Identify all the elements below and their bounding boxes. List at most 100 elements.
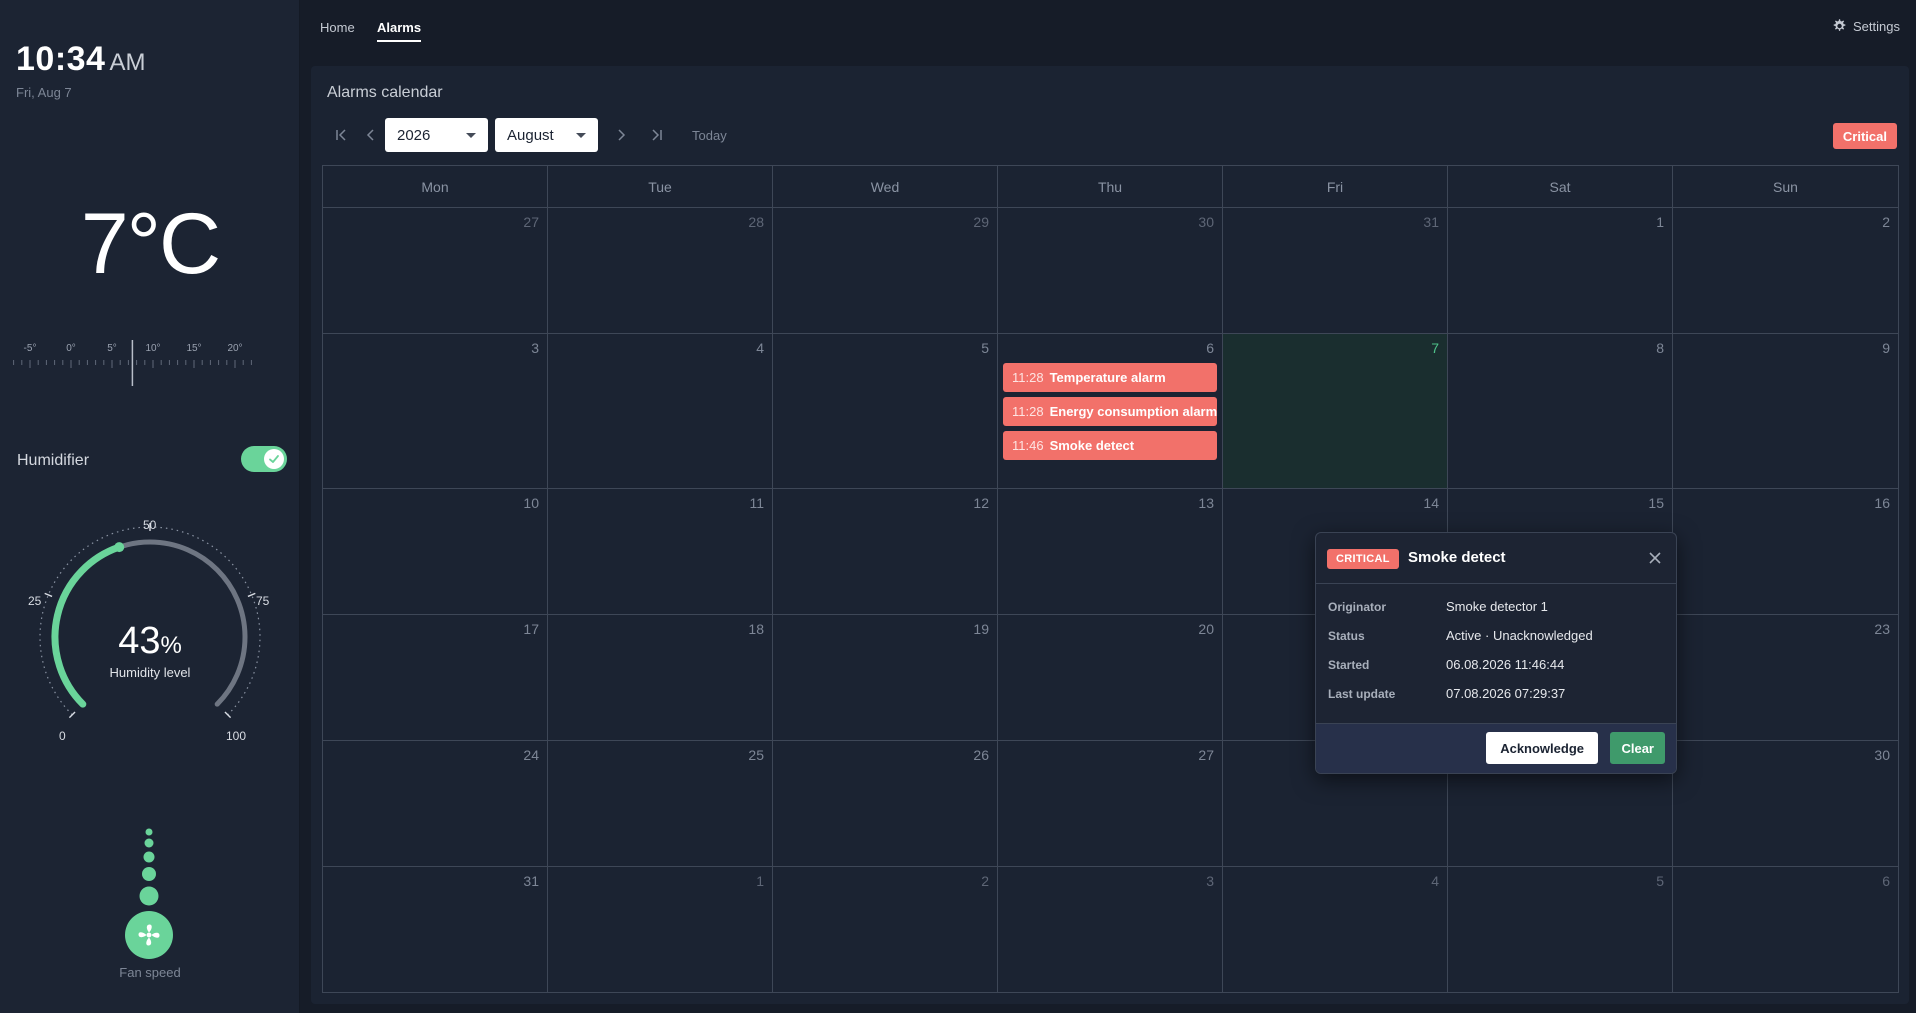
day-number: 14 xyxy=(1423,495,1439,511)
fan-icon xyxy=(138,924,160,946)
first-page-button[interactable] xyxy=(327,118,355,152)
humidifier-label: Humidifier xyxy=(17,452,90,469)
calendar-day[interactable]: 6 11:28 Temperature alarm 11:28 Energy consu… xyxy=(998,334,1223,489)
fan-speed-dots[interactable] xyxy=(100,822,200,922)
alarm-details-popover: CRITICAL Smoke detect Originator Smoke de… xyxy=(1315,532,1677,774)
humidifier-toggle[interactable] xyxy=(241,446,287,472)
gauge-tick-mark xyxy=(68,711,76,719)
popover-footer: Acknowledge Clear xyxy=(1316,723,1676,773)
day-number: 6 xyxy=(1882,873,1890,889)
calendar-day[interactable]: 3 xyxy=(323,334,548,489)
calendar-day[interactable]: 3 xyxy=(998,867,1223,993)
acknowledge-button[interactable]: Acknowledge xyxy=(1486,732,1598,764)
fan-speed-dot-4[interactable] xyxy=(142,867,156,881)
sidebar: 10:34 AM Fri, Aug 7 7°C -5° 0° 5° 10° 15° 20° … xyxy=(0,0,300,1013)
calendar-day[interactable]: 4 xyxy=(548,334,773,489)
calendar-day[interactable]: 26 xyxy=(773,741,998,867)
calendar-day[interactable]: 1 xyxy=(548,867,773,993)
next-month-button[interactable] xyxy=(607,118,635,152)
calendar-day[interactable]: 17 xyxy=(323,615,548,741)
calendar-day[interactable]: 30 xyxy=(998,208,1223,334)
calendar-day[interactable]: 18 xyxy=(548,615,773,741)
calendar-day-today[interactable]: 7 xyxy=(1223,334,1448,489)
calendar-day[interactable]: 9 xyxy=(1673,334,1898,489)
detail-row: Status Active · Unacknowledged xyxy=(1328,628,1593,657)
month-select[interactable]: August xyxy=(495,118,598,152)
today-button[interactable]: Today xyxy=(692,128,727,143)
nav-alarms[interactable]: Alarms xyxy=(377,20,422,42)
fan-button[interactable] xyxy=(125,911,173,959)
calendar-day[interactable]: 31 xyxy=(1223,208,1448,334)
calendar-day[interactable]: 27 xyxy=(998,741,1223,867)
alarm-event-title: Smoke detect xyxy=(1049,438,1135,453)
day-number: 24 xyxy=(523,747,539,763)
popover-title: Smoke detect xyxy=(1408,549,1506,566)
day-number: 10 xyxy=(523,495,539,511)
alarm-event[interactable]: 11:28 Temperature alarm xyxy=(1003,363,1217,392)
calendar-day[interactable]: 8 xyxy=(1448,334,1673,489)
alarm-event[interactable]: 11:46 Smoke detect xyxy=(1003,431,1217,460)
calendar-day[interactable]: 19 xyxy=(773,615,998,741)
calendar-day[interactable]: 6 xyxy=(1673,867,1898,993)
fan-speed-dot-3[interactable] xyxy=(143,851,155,863)
year-select[interactable]: 2026 xyxy=(385,118,488,152)
calendar-day[interactable]: 2 xyxy=(1673,208,1898,334)
day-number: 31 xyxy=(1423,214,1439,230)
alarm-event[interactable]: 11:28 Energy consumption alarm xyxy=(1003,397,1217,426)
day-number: 28 xyxy=(748,214,764,230)
calendar-day[interactable]: 5 xyxy=(773,334,998,489)
day-number: 15 xyxy=(1648,495,1664,511)
temperature-scale-label: 5° xyxy=(107,343,117,354)
calendar-day[interactable]: 27 xyxy=(323,208,548,334)
weekday-mon: Mon xyxy=(323,166,548,207)
day-number: 1 xyxy=(756,873,764,889)
fan-speed-dot-2[interactable] xyxy=(144,838,154,848)
calendar-day[interactable]: 10 xyxy=(323,489,548,615)
calendar-day[interactable]: 1 xyxy=(1448,208,1673,334)
clear-button[interactable]: Clear xyxy=(1610,732,1665,764)
calendar-day[interactable]: 13 xyxy=(998,489,1223,615)
alarm-details: Originator Smoke detector 1 Status Active ·… xyxy=(1328,599,1593,715)
calendar-day[interactable]: 4 xyxy=(1223,867,1448,993)
calendar-day[interactable]: 31 xyxy=(323,867,548,993)
detail-row: Started 06.08.2026 11:46:44 xyxy=(1328,657,1593,686)
weekday-tue: Tue xyxy=(548,166,773,207)
detail-key: Last update xyxy=(1328,687,1396,701)
settings-button[interactable]: Settings xyxy=(1831,18,1900,34)
fan-speed-dot-5[interactable] xyxy=(139,886,159,906)
weekday-header: Mon Tue Wed Thu Fri Sat Sun xyxy=(323,166,1898,208)
calendar-day[interactable]: 2 xyxy=(773,867,998,993)
calendar-day[interactable]: 30 xyxy=(1673,741,1898,867)
last-page-button[interactable] xyxy=(643,118,671,152)
chevron-right-icon xyxy=(618,129,626,141)
calendar-day[interactable]: 29 xyxy=(773,208,998,334)
temperature-scale-label: -5° xyxy=(24,343,37,354)
calendar-day[interactable]: 24 xyxy=(323,741,548,867)
gauge-tick-25: 25 xyxy=(28,594,42,608)
previous-month-button[interactable] xyxy=(357,118,385,152)
detail-value: 07.08.2026 07:29:37 xyxy=(1446,686,1566,701)
chevron-down-icon xyxy=(576,132,586,138)
day-number: 23 xyxy=(1874,621,1890,637)
day-number: 26 xyxy=(973,747,989,763)
calendar-day[interactable]: 20 xyxy=(998,615,1223,741)
detail-key: Status xyxy=(1328,629,1365,643)
weekday-fri: Fri xyxy=(1223,166,1448,207)
calendar-day[interactable]: 16 xyxy=(1673,489,1898,615)
calendar-day[interactable]: 23 xyxy=(1673,615,1898,741)
calendar-day[interactable]: 25 xyxy=(548,741,773,867)
fan-speed-dot-1[interactable] xyxy=(145,828,153,836)
nav-home[interactable]: Home xyxy=(320,20,355,40)
weekday-sat: Sat xyxy=(1448,166,1673,207)
gauge-handle[interactable] xyxy=(114,542,125,553)
day-number: 20 xyxy=(1198,621,1214,637)
calendar-day[interactable]: 28 xyxy=(548,208,773,334)
humidity-readout: 43% Humidity level xyxy=(30,620,270,680)
temperature-scale-label: 20° xyxy=(227,343,242,354)
critical-filter-chip[interactable]: Critical xyxy=(1832,123,1897,149)
calendar-day[interactable]: 12 xyxy=(773,489,998,615)
day-number: 27 xyxy=(523,214,539,230)
calendar-day[interactable]: 11 xyxy=(548,489,773,615)
close-icon[interactable] xyxy=(1646,549,1664,567)
calendar-day[interactable]: 5 xyxy=(1448,867,1673,993)
